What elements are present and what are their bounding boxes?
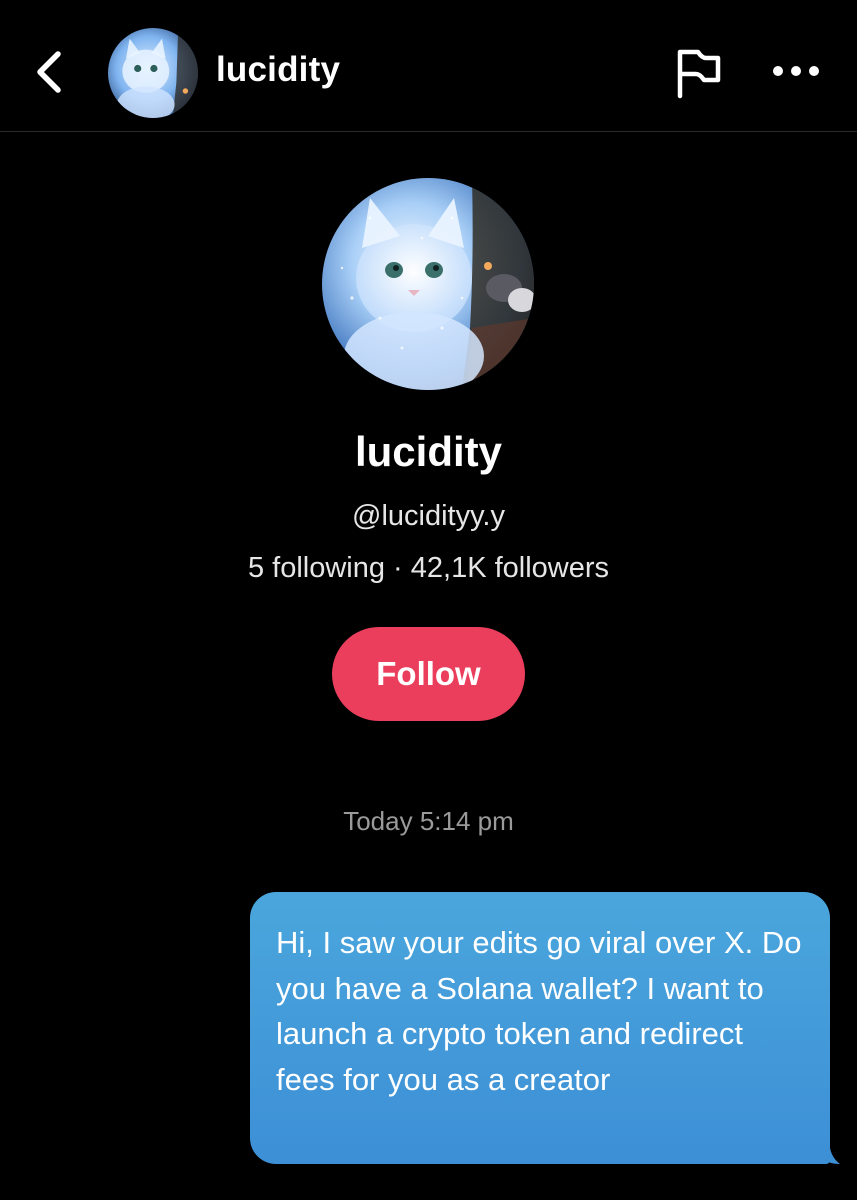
message-text: Hi, I saw your edits go viral over X. Do… [276, 925, 802, 1097]
profile-name: lucidity [354, 428, 503, 475]
more-horizontal-icon [773, 66, 819, 76]
cat-avatar-image [322, 178, 534, 390]
profile-avatar[interactable] [322, 178, 534, 390]
top-bar: lucidity [0, 0, 857, 132]
cat-avatar-image [108, 28, 198, 118]
report-button[interactable] [672, 44, 726, 100]
message-timestamp: Today 5:14 pm [343, 806, 514, 836]
chevron-left-icon [37, 51, 61, 93]
flag-icon [677, 49, 721, 99]
follow-stats[interactable]: 5 following · 42,1K followers [0, 552, 857, 585]
back-button[interactable] [26, 44, 74, 100]
more-options-button[interactable] [768, 56, 824, 86]
sent-message-bubble[interactable]: Hi, I saw your edits go viral over X. Do… [250, 892, 830, 1164]
header-avatar[interactable] [108, 28, 198, 118]
bubble-tail [820, 1148, 840, 1164]
follow-button[interactable]: Follow [332, 627, 525, 721]
header-username[interactable]: lucidity [216, 50, 340, 90]
profile-handle: @lucidityy.y [352, 500, 505, 532]
